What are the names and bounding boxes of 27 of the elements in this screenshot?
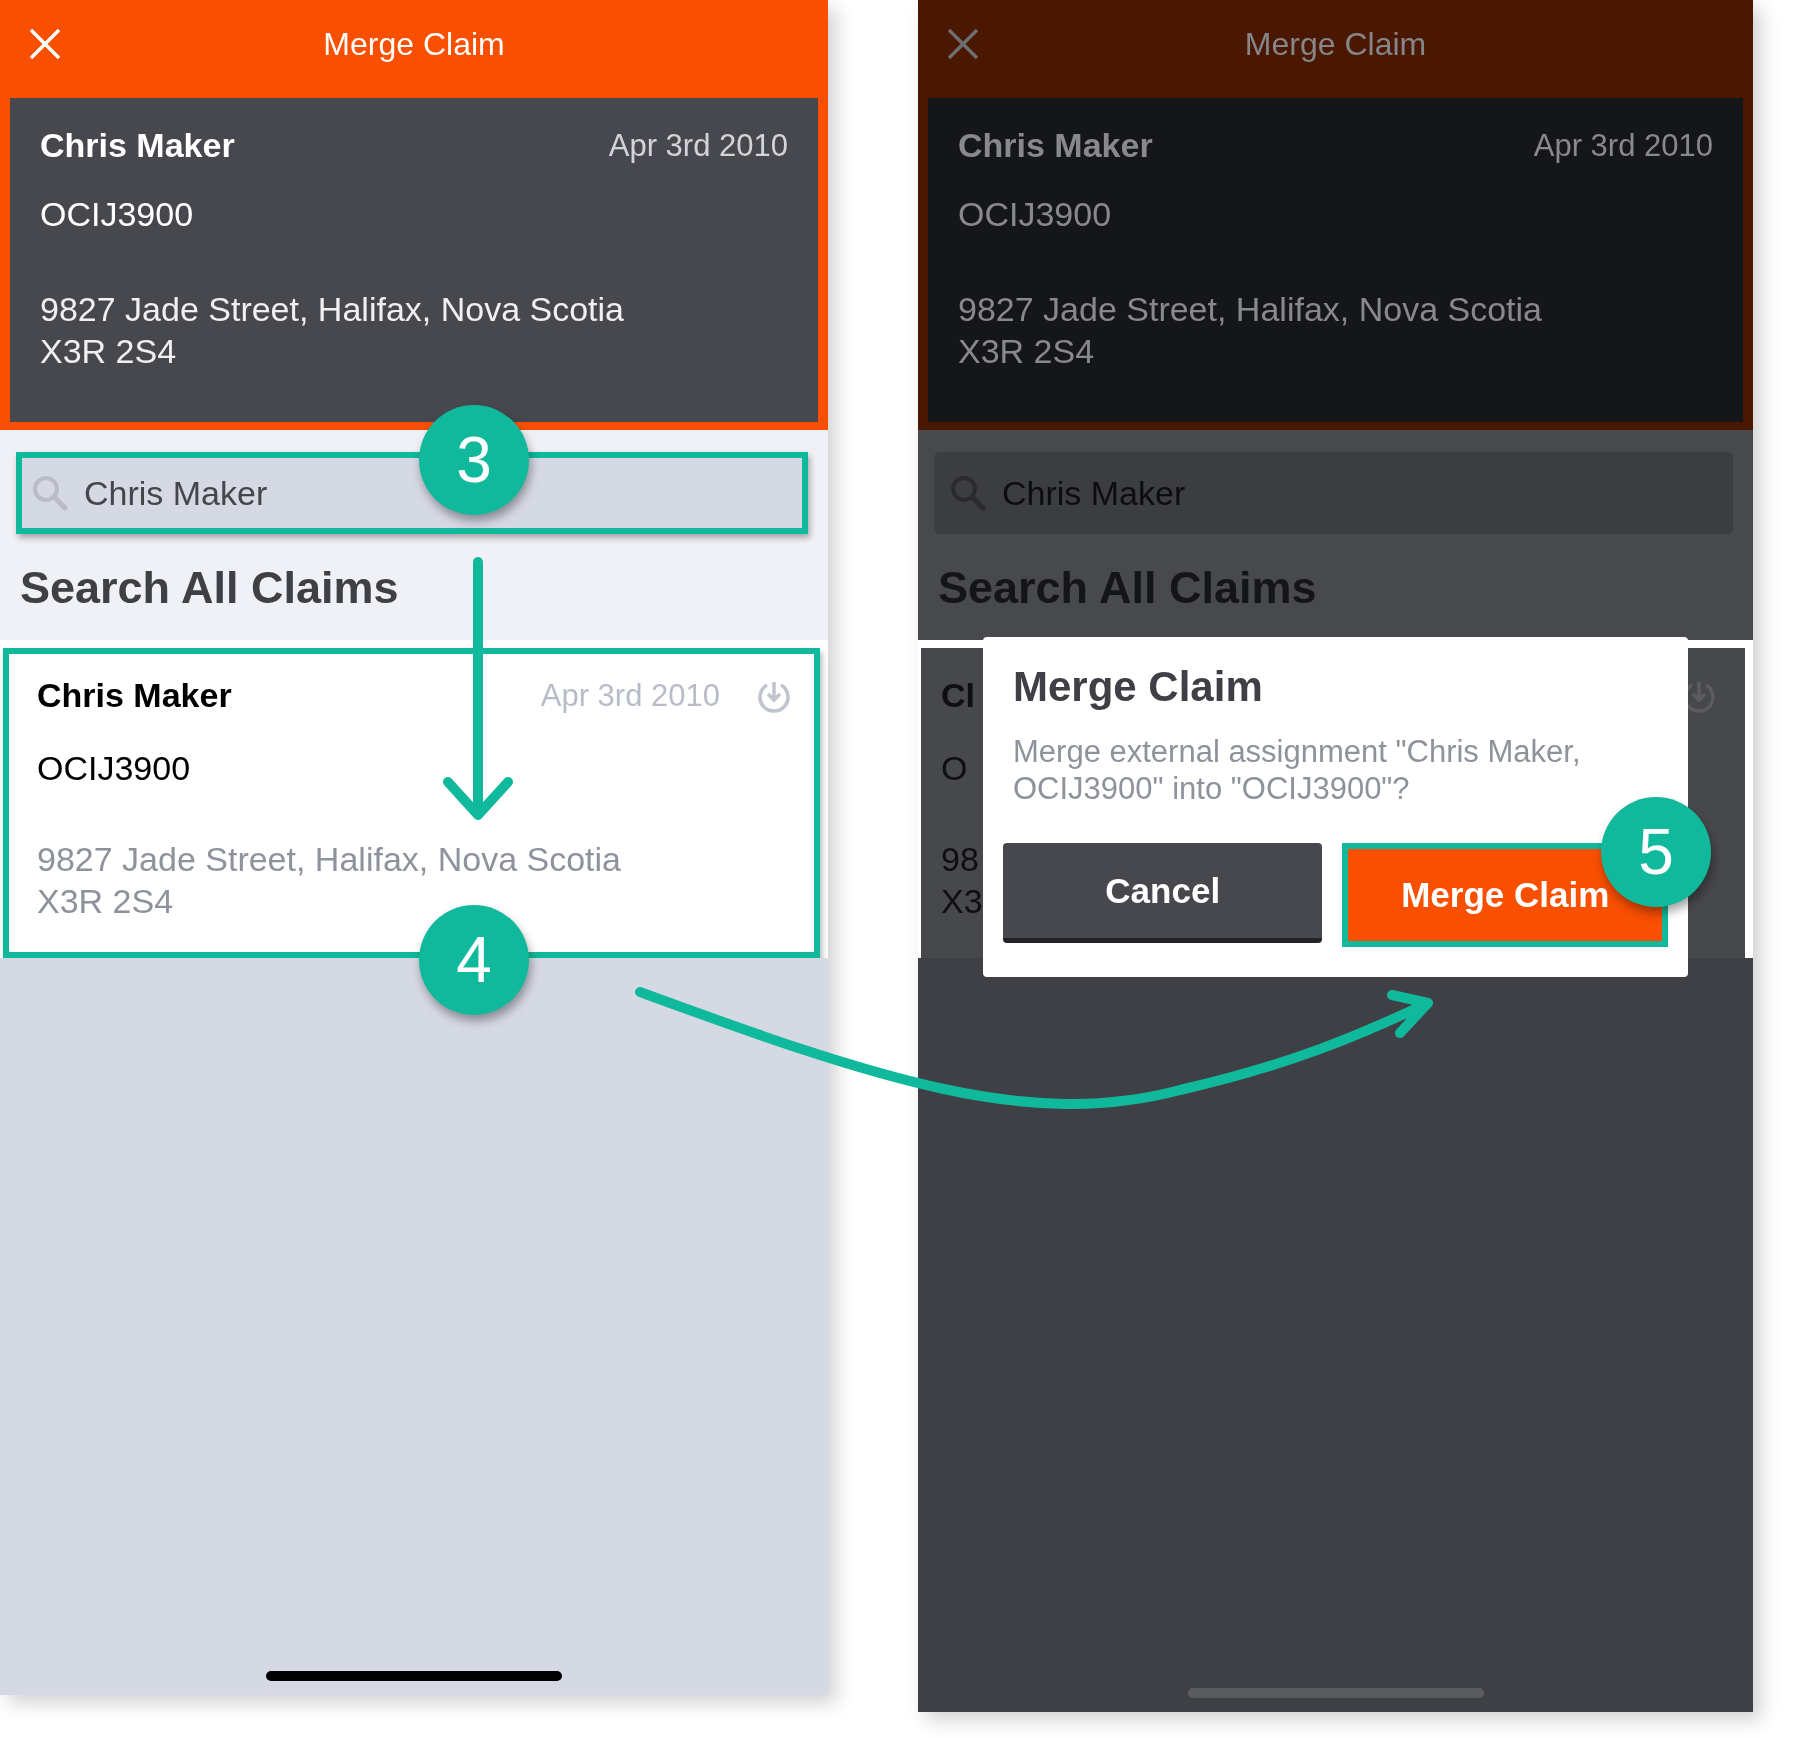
claim-address: X3R 2S4 xyxy=(40,331,178,372)
screen-title: Merge Claim xyxy=(1244,25,1427,63)
claim-number: O xyxy=(941,749,968,788)
claim-number: OCIJ3900 xyxy=(40,195,195,234)
search-icon xyxy=(32,475,68,511)
claim-date: Apr 3rd 2010 xyxy=(1533,127,1713,164)
dialog-message: Merge external assignment "Chris Maker, OCIJ3900" into "OCIJ3900"? xyxy=(1013,733,1582,807)
claimant-name: Chris Maker xyxy=(958,126,1153,165)
claim-date: Apr 3rd 2010 xyxy=(540,677,720,714)
claim-address: X3 xyxy=(941,881,983,922)
claim-address: X3R 2S4 xyxy=(37,881,174,922)
claimant-name: Cl xyxy=(941,676,975,715)
claim-number: OCIJ3900 xyxy=(37,749,191,788)
claim-address: 9827 Jade Street, Halifax, Nova Scotia xyxy=(958,289,1543,330)
claim-address: 98 xyxy=(941,839,979,880)
claim-address: 9827 Jade Street, Halifax, Nova Scotia xyxy=(40,289,625,330)
claim-number: OCIJ3900 xyxy=(958,195,1113,234)
claimant-name: Chris Maker xyxy=(40,126,235,165)
cancel-button[interactable]: Cancel xyxy=(1003,843,1323,943)
claim-date: Apr 3rd 2010 xyxy=(608,127,788,164)
section-heading: Search All Claims xyxy=(20,562,400,614)
screen-title: Merge Claim xyxy=(323,25,505,63)
claim-address: X3R 2S4 xyxy=(958,331,1096,372)
dialog-title: Merge Claim xyxy=(1013,663,1264,711)
claimant-name: Chris Maker xyxy=(37,676,232,715)
close-icon[interactable] xyxy=(946,27,980,61)
claim-address: 9827 Jade Street, Halifax, Nova Scotia xyxy=(37,839,621,880)
